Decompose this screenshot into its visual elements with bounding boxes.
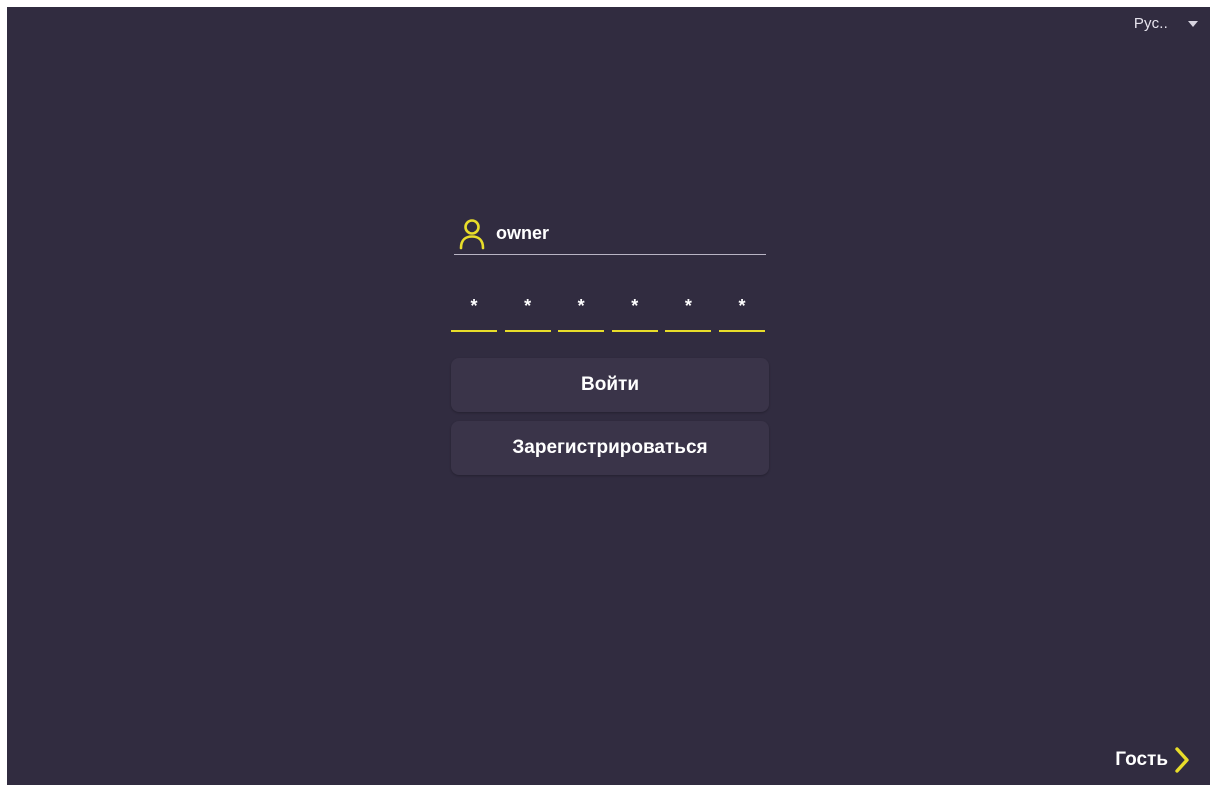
pin-code-input[interactable]: * * * * * * (451, 292, 765, 332)
pin-digit-6[interactable]: * (718, 292, 765, 332)
pin-mask-char: * (470, 296, 478, 316)
login-button[interactable]: Войти (451, 358, 769, 412)
guest-label: Гость (1115, 749, 1168, 770)
chevron-right-icon (1174, 747, 1190, 773)
pin-mask-char: * (684, 296, 692, 316)
guest-login-link[interactable]: Гость (1115, 747, 1190, 773)
pin-underline (451, 330, 497, 332)
pin-underline (611, 330, 658, 332)
login-form: * * * * * * Войти (451, 213, 769, 475)
pin-underline (665, 330, 712, 332)
pin-underline (558, 330, 605, 332)
username-field[interactable] (454, 213, 766, 255)
pin-mask-char: * (631, 296, 639, 316)
caret-down-icon (1188, 21, 1198, 27)
pin-digit-5[interactable]: * (665, 292, 712, 332)
username-input[interactable] (496, 223, 736, 244)
pin-digit-3[interactable]: * (558, 292, 605, 332)
pin-mask-char: * (577, 296, 585, 316)
register-button[interactable]: Зарегистрироваться (451, 421, 769, 475)
pin-mask-char: * (524, 296, 532, 316)
pin-mask-char: * (738, 296, 746, 316)
language-selected-label: Рус.. (1133, 15, 1168, 32)
pin-underline (718, 330, 765, 332)
user-icon (457, 217, 487, 251)
pin-digit-2[interactable]: * (504, 292, 551, 332)
pin-digit-4[interactable]: * (611, 292, 658, 332)
login-screen: Рус.. * * * (7, 7, 1210, 785)
pin-digit-1[interactable]: * (451, 292, 497, 332)
pin-underline (504, 330, 551, 332)
language-selector[interactable]: Рус.. (1134, 15, 1198, 32)
